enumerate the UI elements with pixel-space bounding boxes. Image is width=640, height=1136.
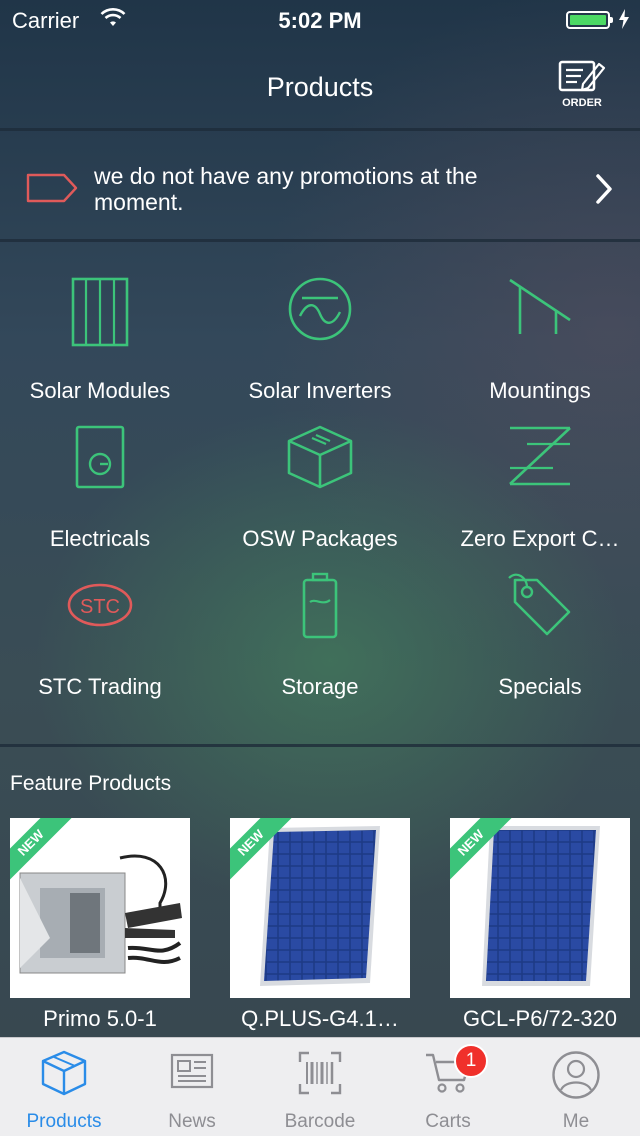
product-card[interactable]: NEW Primo 5.0-1 xyxy=(10,818,190,1032)
microinverter-image: NEW xyxy=(10,818,190,998)
tag-icon xyxy=(507,572,573,641)
tab-carts[interactable]: 1 Carts xyxy=(384,1038,512,1136)
product-name: GCL-P6/72-320 xyxy=(462,1006,618,1031)
promotion-banner[interactable]: we do not have any promotions at the mom… xyxy=(0,139,640,239)
category-label: Storage xyxy=(281,674,359,699)
inverter-icon xyxy=(287,276,353,347)
status-time: 5:02 PM xyxy=(278,8,362,33)
cart-badge: 1 xyxy=(454,1044,488,1078)
tab-label: Me xyxy=(562,1111,590,1132)
divider xyxy=(0,744,640,747)
solar-panel-icon xyxy=(70,276,130,353)
product-name: Q.PLUS-G4.1… xyxy=(241,1006,399,1031)
product-name: Primo 5.0-1 xyxy=(43,1006,157,1031)
category-label: Specials xyxy=(498,674,582,699)
category-zero-export[interactable]: Zero Export C… xyxy=(430,394,640,551)
category-storage[interactable]: Storage xyxy=(210,542,430,699)
tab-label: News xyxy=(168,1111,216,1132)
mounting-icon xyxy=(506,276,574,341)
order-label: ORDER xyxy=(562,97,602,109)
product-card[interactable]: NEW GCL-P6/72-320 xyxy=(450,818,630,1032)
stc-icon: STC xyxy=(66,582,134,633)
promo-tag-icon xyxy=(26,173,78,208)
promotion-text: we do not have any promotions at the mom… xyxy=(94,163,478,215)
product-card[interactable]: NEW Q.PLUS-G4.1… xyxy=(230,818,410,1032)
battery-icon xyxy=(301,572,339,645)
battery-icon xyxy=(566,11,613,29)
category-grid: Solar Modules Solar Inverters Mountings … xyxy=(0,246,640,742)
tab-products[interactable]: Products xyxy=(0,1038,128,1136)
navigation-bar: Products ORDER xyxy=(0,40,640,128)
category-mountings[interactable]: Mountings xyxy=(430,246,640,403)
status-bar: Carrier 5:02 PM xyxy=(0,0,640,40)
tab-news[interactable]: News xyxy=(128,1038,256,1136)
package-icon xyxy=(286,424,354,495)
category-solar-inverters[interactable]: Solar Inverters xyxy=(210,246,430,403)
order-button[interactable]: ORDER xyxy=(556,58,608,109)
profile-icon xyxy=(551,1050,601,1105)
divider xyxy=(0,239,640,242)
box-icon xyxy=(40,1050,88,1101)
page-title: Products xyxy=(266,72,374,102)
category-specials[interactable]: Specials xyxy=(430,542,640,699)
tab-me[interactable]: Me xyxy=(512,1038,640,1136)
charging-icon xyxy=(618,8,630,36)
tab-label: Products xyxy=(26,1111,102,1132)
category-osw-packages[interactable]: OSW Packages xyxy=(210,394,430,551)
feature-products-title: Feature Products xyxy=(10,772,172,795)
solar-panel-image: NEW xyxy=(230,818,410,998)
electrical-icon xyxy=(74,424,126,495)
category-label: STC Trading xyxy=(38,674,162,699)
category-electricals[interactable]: Electricals xyxy=(0,394,210,551)
tab-bar: Products News Barcode 1 Carts Me xyxy=(0,1037,640,1136)
category-solar-modules[interactable]: Solar Modules xyxy=(0,246,210,403)
category-stc-trading[interactable]: STC STC Trading xyxy=(0,542,210,699)
solar-panel-image: NEW xyxy=(450,818,630,998)
svg-text:STC: STC xyxy=(80,596,120,618)
zero-export-icon xyxy=(507,424,573,493)
chevron-right-icon xyxy=(594,173,614,210)
divider xyxy=(0,128,640,131)
order-icon xyxy=(558,60,606,92)
barcode-icon xyxy=(297,1050,343,1101)
news-icon xyxy=(169,1050,215,1097)
tab-barcode[interactable]: Barcode xyxy=(256,1038,384,1136)
tab-label: Barcode xyxy=(284,1111,356,1132)
tab-label: Carts xyxy=(425,1111,471,1132)
